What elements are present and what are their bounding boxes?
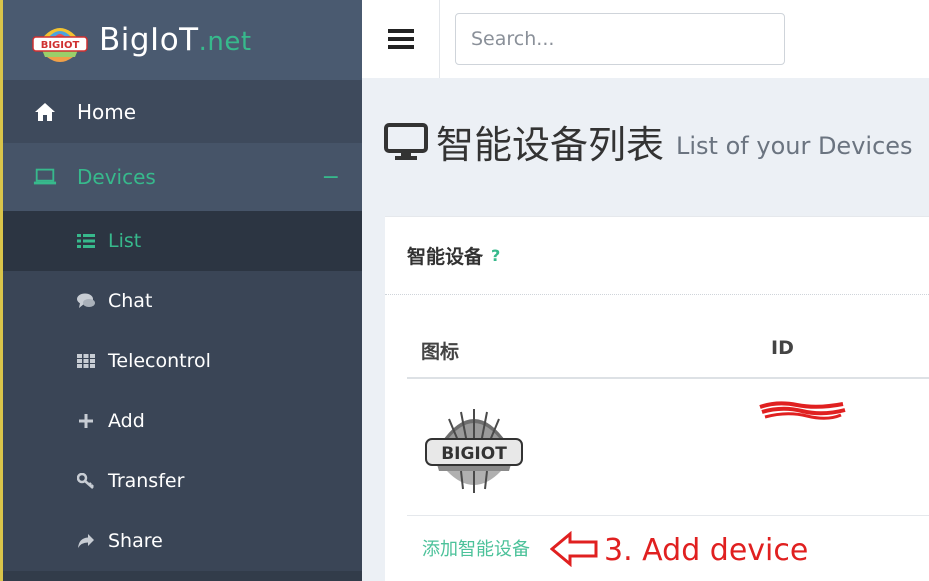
- share-icon: [77, 533, 95, 549]
- sidebar: BIGIOT BigIoT.net Home Devices − List Ch…: [3, 0, 362, 581]
- device-logo-text: BIGIOT: [441, 444, 507, 464]
- table-header: 图标 ID: [407, 317, 929, 379]
- table-row[interactable]: BIGIOT: [407, 379, 929, 516]
- device-id-redacted: [759, 401, 846, 420]
- device-logo-icon: BIGIOT: [425, 409, 523, 493]
- sidebar-item-list-label: List: [108, 230, 142, 252]
- list-icon: [77, 234, 95, 248]
- sidebar-item-devices-label: Devices: [77, 165, 156, 189]
- collapse-icon[interactable]: −: [322, 165, 340, 190]
- hamburger-icon: [387, 29, 414, 49]
- sidebar-next-item: [3, 571, 362, 581]
- devices-submenu: List Chat Telecontrol Add Transfer Share: [3, 211, 362, 571]
- sidebar-item-telecontrol-label: Telecontrol: [108, 350, 211, 372]
- sidebar-item-devices[interactable]: Devices −: [3, 143, 362, 211]
- sidebar-item-transfer[interactable]: Transfer: [3, 451, 362, 511]
- brand[interactable]: BIGIOT BigIoT.net: [3, 0, 362, 80]
- sidebar-item-chat[interactable]: Chat: [3, 271, 362, 331]
- key-icon: [77, 473, 95, 489]
- sidebar-item-home[interactable]: Home: [3, 80, 362, 143]
- home-icon: [33, 102, 57, 122]
- devices-card: 智能设备 ? 图标 ID BIGIOT 添加智能设备: [385, 216, 929, 581]
- brand-name-suffix: .net: [198, 27, 252, 57]
- sidebar-item-transfer-label: Transfer: [108, 470, 185, 492]
- grid-icon: [77, 354, 95, 368]
- column-header-icon: 图标: [421, 341, 460, 363]
- page-title-zh: 智能设备列表: [436, 123, 665, 167]
- card-title: 智能设备: [407, 246, 484, 268]
- brand-logo-text: BIGIOT: [41, 40, 80, 51]
- sidebar-item-share-label: Share: [108, 530, 163, 552]
- laptop-icon: [33, 168, 57, 186]
- column-header-id: ID: [771, 337, 794, 359]
- sidebar-item-list[interactable]: List: [3, 211, 362, 271]
- card-header: 智能设备 ?: [385, 217, 929, 295]
- brand-name: BigIoT.net: [99, 22, 252, 58]
- plus-icon: [77, 414, 95, 428]
- sidebar-item-add-label: Add: [108, 410, 145, 432]
- brand-name-main: BigIoT: [99, 22, 199, 58]
- search-input[interactable]: [455, 13, 785, 65]
- top-header: [362, 0, 929, 78]
- annotation-label: 3. Add device: [604, 533, 809, 568]
- bigiot-logo-icon: BIGIOT: [32, 28, 88, 62]
- help-icon[interactable]: ?: [491, 246, 500, 265]
- chat-icon: [77, 293, 95, 309]
- sidebar-item-add[interactable]: Add: [3, 391, 362, 451]
- add-device-link[interactable]: 添加智能设备: [422, 535, 530, 561]
- sidebar-item-share[interactable]: Share: [3, 511, 362, 571]
- menu-toggle-button[interactable]: [362, 0, 440, 78]
- monitor-icon: [384, 122, 428, 160]
- page-title-en: List of your Devices: [676, 131, 913, 160]
- sidebar-item-chat-label: Chat: [108, 290, 153, 312]
- sidebar-item-home-label: Home: [77, 99, 137, 124]
- sidebar-item-telecontrol[interactable]: Telecontrol: [3, 331, 362, 391]
- page-title: 智能设备列表 List of your Devices: [384, 114, 913, 169]
- annotation-arrow-icon: [550, 531, 598, 567]
